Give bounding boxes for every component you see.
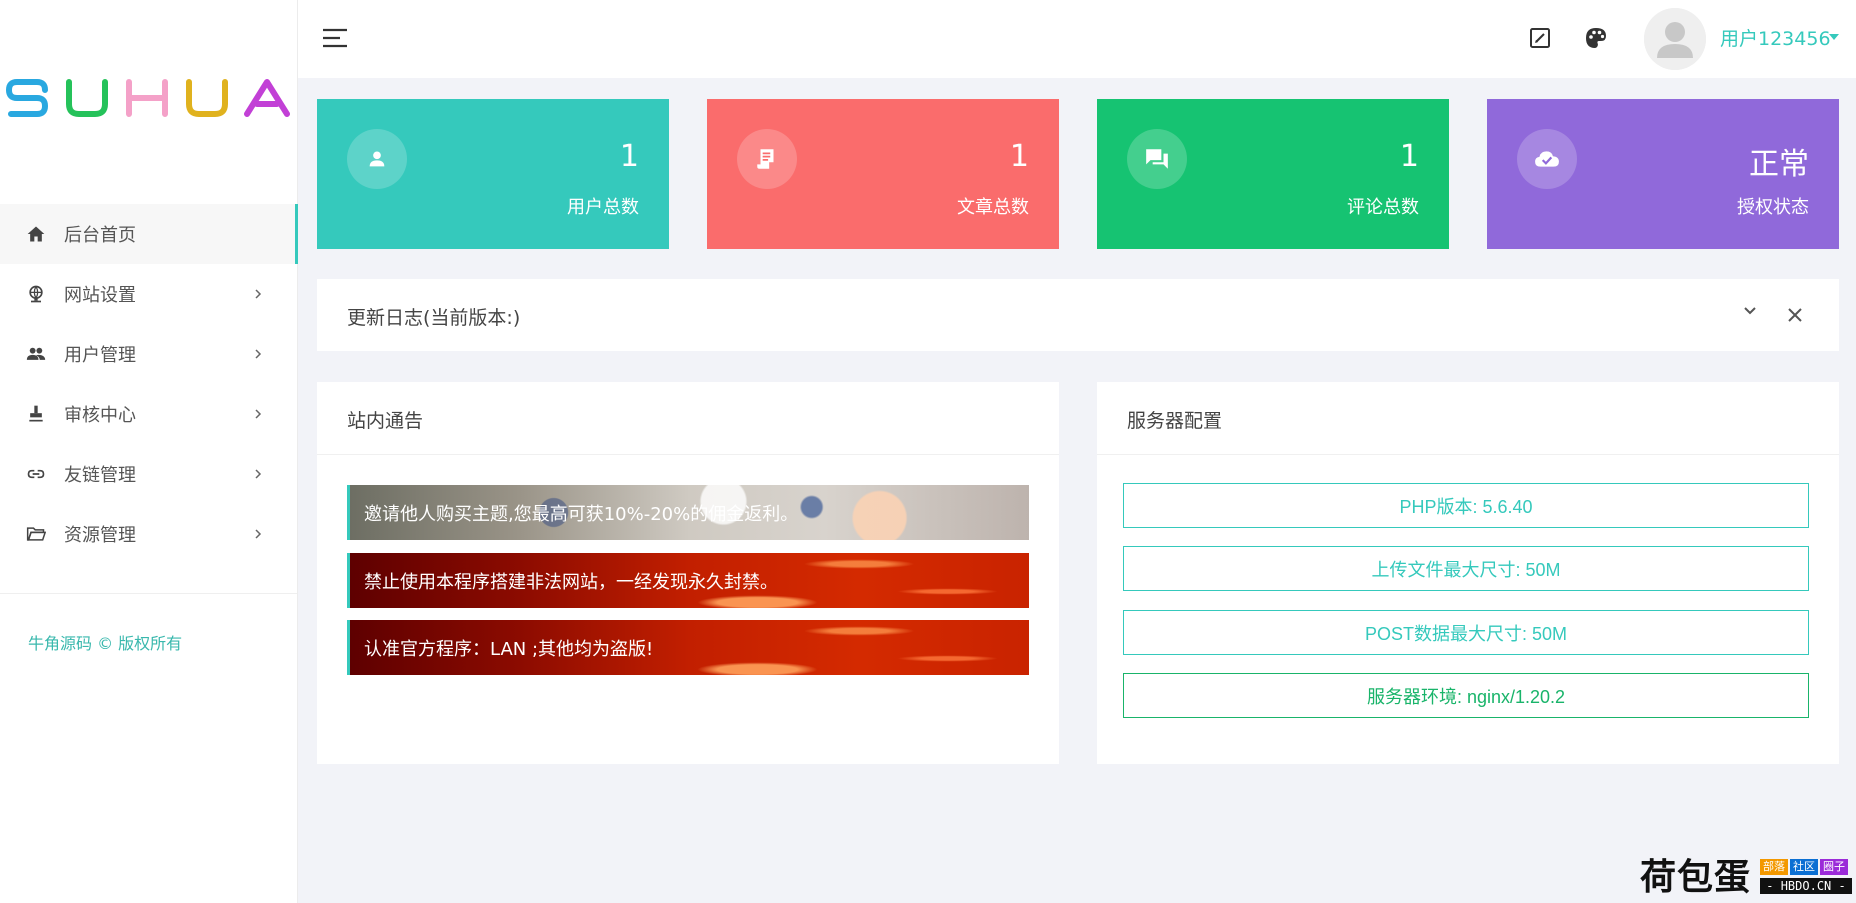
menu-icon[interactable] <box>322 26 348 50</box>
stat-label: 用户总数 <box>567 197 639 218</box>
close-icon[interactable] <box>1787 307 1803 323</box>
chevron-right-icon <box>252 466 264 482</box>
top-header: 用户123456 <box>298 0 1856 78</box>
username-dropdown[interactable]: 用户123456 <box>1720 24 1831 51</box>
stat-value: 正常 <box>1749 147 1809 182</box>
sidebar-item-label: 资源管理 <box>64 525 136 546</box>
user-icon <box>347 129 407 189</box>
changelog-title: 更新日志(当前版本:) <box>347 307 521 329</box>
article-icon <box>737 129 797 189</box>
server-config-title: 服务器配置 <box>1127 410 1223 432</box>
sidebar-item-home[interactable]: 后台首页 <box>0 204 298 264</box>
notice-item[interactable]: 认准官方程序：LAN ;其他均为盗版! <box>347 620 1029 675</box>
sidebar-item-resource-management[interactable]: 资源管理 <box>0 504 298 564</box>
chevron-right-icon <box>252 526 264 542</box>
home-icon <box>26 224 46 244</box>
users-icon <box>26 344 46 364</box>
chevron-right-icon <box>252 406 264 422</box>
changelog-panel: 更新日志(当前版本:) <box>317 279 1839 351</box>
server-info-row: POST数据最大尺寸: 50M <box>1123 610 1809 655</box>
notice-item[interactable]: 邀请他人购买主题,您最高可获10%-20%的佣金返利。 <box>347 485 1029 540</box>
notice-text: 认准官方程序：LAN ;其他均为盗版! <box>364 638 654 660</box>
stat-card-comments: 1 评论总数 <box>1097 99 1449 249</box>
sidebar-item-label: 审核中心 <box>64 405 136 426</box>
copyright-text: 牛角源码 © 版权所有 <box>28 634 183 653</box>
sidebar: 后台首页 网站设置 用户管理 审核中心 友链管理 资源管理 牛角源码 © 版权所… <box>0 0 298 903</box>
stat-value: 1 <box>619 139 639 174</box>
stat-card-users: 1 用户总数 <box>317 99 669 249</box>
watermark-tag: 部落 <box>1760 859 1788 875</box>
sidebar-item-review-center[interactable]: 审核中心 <box>0 384 298 444</box>
panel-divider <box>317 454 1059 455</box>
stat-card-license: 正常 授权状态 <box>1487 99 1839 249</box>
watermark-tags: 部落 社区 圈子 <box>1760 859 1848 875</box>
server-info-row: 上传文件最大尺寸: 50M <box>1123 546 1809 591</box>
stat-label: 授权状态 <box>1737 197 1809 218</box>
watermark-main: 荷包蛋 <box>1640 856 1752 898</box>
server-info-row: 服务器环境: nginx/1.20.2 <box>1123 673 1809 718</box>
chevron-down-icon[interactable] <box>1742 305 1758 317</box>
notice-item[interactable]: 禁止使用本程序搭建非法网站，一经发现永久封禁。 <box>347 553 1029 608</box>
stat-card-articles: 1 文章总数 <box>707 99 1059 249</box>
sidebar-item-label: 用户管理 <box>64 345 136 366</box>
chevron-right-icon <box>252 346 264 362</box>
server-info-row: PHP版本: 5.6.40 <box>1123 483 1809 528</box>
watermark: 荷包蛋 部落 社区 圈子 - HBDO.CN - <box>1640 855 1852 899</box>
panel-divider <box>1097 454 1839 455</box>
notices-title: 站内通告 <box>347 410 424 432</box>
notice-text: 禁止使用本程序搭建非法网站，一经发现永久封禁。 <box>364 571 778 593</box>
link-icon <box>26 464 46 484</box>
stat-label: 文章总数 <box>957 197 1029 218</box>
caret-down-icon <box>1829 34 1839 40</box>
watermark-tag: 圈子 <box>1820 859 1848 875</box>
palette-icon[interactable] <box>1582 24 1610 52</box>
sidebar-item-friend-links[interactable]: 友链管理 <box>0 444 298 504</box>
edit-icon[interactable] <box>1526 24 1554 52</box>
notices-panel: 站内通告 邀请他人购买主题,您最高可获10%-20%的佣金返利。 禁止使用本程序… <box>317 382 1059 764</box>
watermark-sub: - HBDO.CN - <box>1760 878 1852 894</box>
stat-value: 1 <box>1399 139 1419 174</box>
logo[interactable] <box>0 60 298 140</box>
folder-icon <box>26 524 46 544</box>
sidebar-item-label: 网站设置 <box>64 285 136 306</box>
sidebar-item-label: 友链管理 <box>64 465 136 486</box>
sidebar-nav: 后台首页 网站设置 用户管理 审核中心 友链管理 资源管理 <box>0 204 298 564</box>
notice-text: 邀请他人购买主题,您最高可获10%-20%的佣金返利。 <box>364 503 799 525</box>
stat-value: 1 <box>1009 139 1029 174</box>
watermark-tag: 社区 <box>1790 859 1818 875</box>
sidebar-item-user-management[interactable]: 用户管理 <box>0 324 298 384</box>
sidebar-item-label: 后台首页 <box>64 225 136 246</box>
server-config-panel: 服务器配置 PHP版本: 5.6.40 上传文件最大尺寸: 50M POST数据… <box>1097 382 1839 764</box>
cloud-check-icon <box>1517 129 1577 189</box>
chevron-right-icon <box>252 286 264 302</box>
suhua-logo <box>5 79 290 117</box>
sidebar-divider <box>0 593 297 594</box>
avatar[interactable] <box>1644 8 1706 70</box>
stamp-icon <box>26 404 46 424</box>
stat-label: 评论总数 <box>1347 197 1419 218</box>
comment-icon <box>1127 129 1187 189</box>
sidebar-item-site-settings[interactable]: 网站设置 <box>0 264 298 324</box>
globe-icon <box>26 284 46 304</box>
